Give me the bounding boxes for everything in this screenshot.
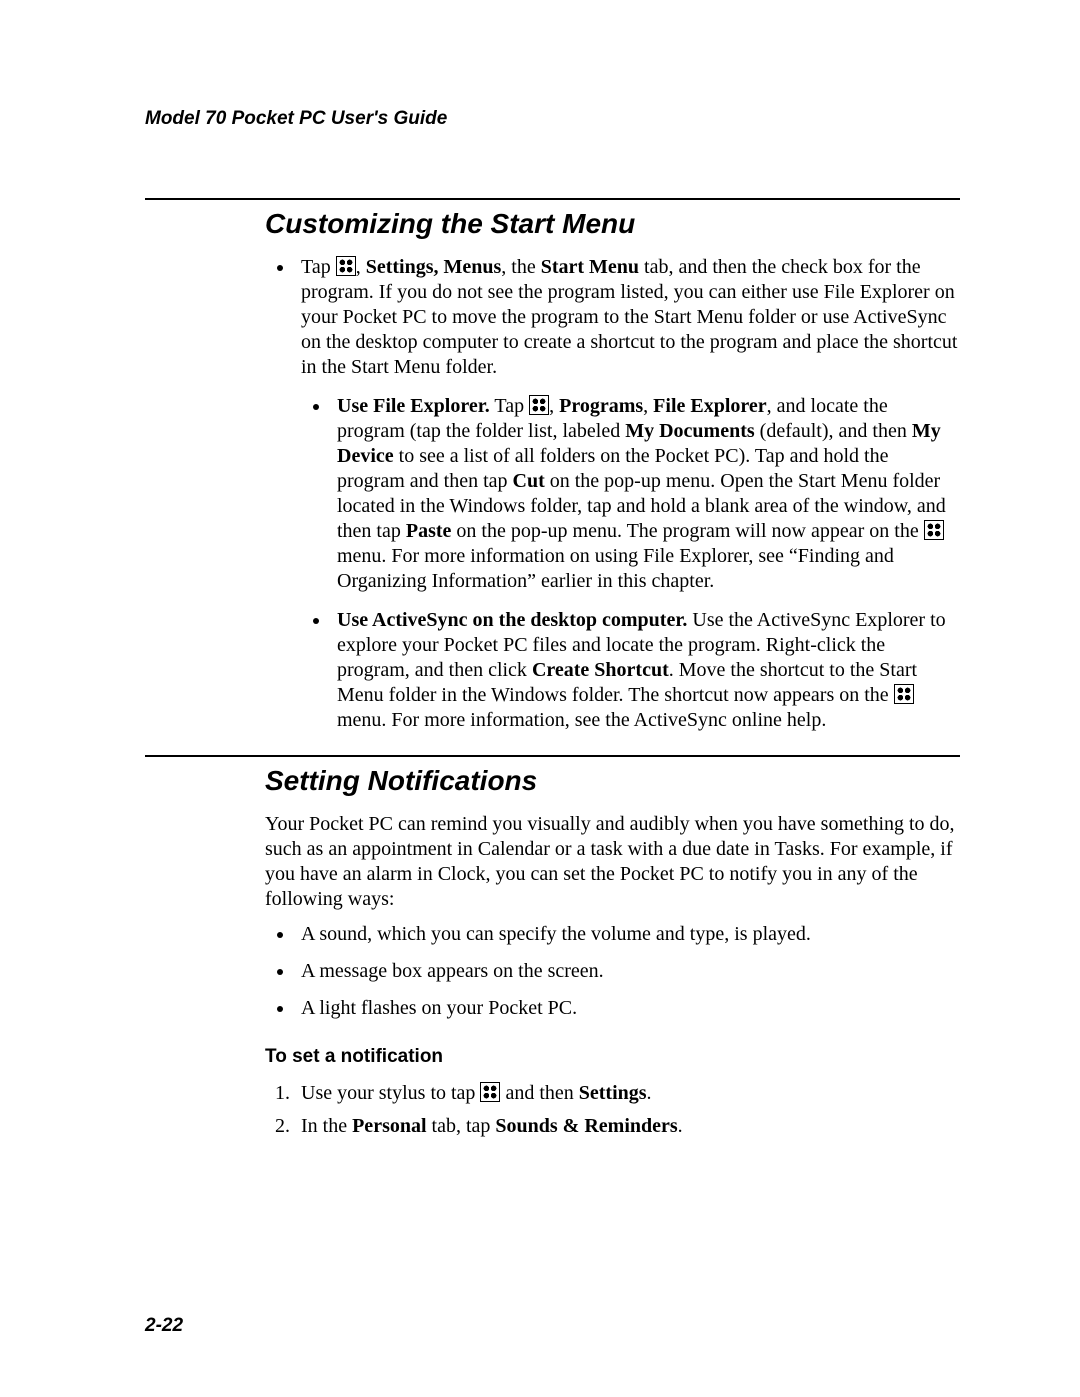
bold-text: Use ActiveSync on the desktop computer. [337, 609, 687, 631]
text: (default), and then [755, 420, 912, 442]
text: Use your stylus to tap [301, 1082, 480, 1104]
page: Model 70 Pocket PC User's Guide Customiz… [0, 0, 1080, 1139]
start-menu-icon [894, 684, 914, 704]
bullet-list-notify: A sound, which you can specify the volum… [265, 922, 960, 1021]
section-rule [145, 755, 960, 757]
section-title-notifications: Setting Notifications [265, 763, 960, 798]
text: on the pop-up menu. The program will now… [451, 520, 923, 542]
text: , [549, 395, 559, 417]
start-menu-icon [336, 256, 356, 276]
start-menu-icon [924, 520, 944, 540]
bold-text: Start Menu [541, 256, 639, 278]
step-2: In the Personal tab, tap Sounds & Remind… [295, 1114, 960, 1139]
text: tab, tap [427, 1115, 496, 1137]
sub-bullet-activesync: Use ActiveSync on the desktop computer. … [331, 608, 960, 733]
steps-list: Use your stylus to tap and then Settings… [265, 1081, 960, 1139]
bold-text: Settings [579, 1082, 647, 1104]
section-notifications: Setting Notifications Your Pocket PC can… [265, 763, 960, 1139]
bullet-list-main: Tap , Settings, Menus, the Start Menu ta… [265, 255, 960, 733]
start-menu-icon [480, 1082, 500, 1102]
step-1: Use your stylus to tap and then Settings… [295, 1081, 960, 1106]
bold-text: Programs [559, 395, 643, 417]
running-header: Model 70 Pocket PC User's Guide [145, 108, 960, 130]
list-item: A light flashes on your Pocket PC. [295, 996, 960, 1021]
list-item: A message box appears on the screen. [295, 959, 960, 984]
bold-text: Cut [513, 470, 545, 492]
text: , [356, 256, 366, 278]
main-bullet: Tap , Settings, Menus, the Start Menu ta… [295, 255, 960, 733]
bold-text: Personal [352, 1115, 426, 1137]
text: , the [501, 256, 540, 278]
page-number: 2-22 [145, 1315, 183, 1337]
bold-text: Create Shortcut [532, 659, 669, 681]
text: Tap [490, 395, 529, 417]
bold-text: Sounds & Reminders [495, 1115, 677, 1137]
intro-paragraph: Your Pocket PC can remind you visually a… [265, 812, 960, 912]
bold-text: File Explorer [653, 395, 767, 417]
sub-bullet-list: Use File Explorer. Tap , Programs, File … [301, 394, 960, 733]
subhead-to-set: To set a notification [265, 1045, 960, 1069]
section-title-customizing: Customizing the Start Menu [265, 206, 960, 241]
bold-text: Paste [406, 520, 452, 542]
sub-bullet-file-explorer: Use File Explorer. Tap , Programs, File … [331, 394, 960, 594]
bold-text: Use File Explorer. [337, 395, 490, 417]
start-menu-icon [529, 395, 549, 415]
text: menu. For more information on using File… [337, 545, 894, 592]
list-item: A sound, which you can specify the volum… [295, 922, 960, 947]
bold-text: Settings, Menus [366, 256, 502, 278]
text: , [643, 395, 653, 417]
text: and then [500, 1082, 578, 1104]
text: menu. For more information, see the Acti… [337, 709, 826, 731]
section-customizing: Customizing the Start Menu Tap , Setting… [265, 206, 960, 733]
bold-text: My Documents [625, 420, 754, 442]
text: . [647, 1082, 652, 1104]
text: Tap [301, 256, 336, 278]
section-rule [145, 198, 960, 200]
text: In the [301, 1115, 352, 1137]
text: . [678, 1115, 683, 1137]
